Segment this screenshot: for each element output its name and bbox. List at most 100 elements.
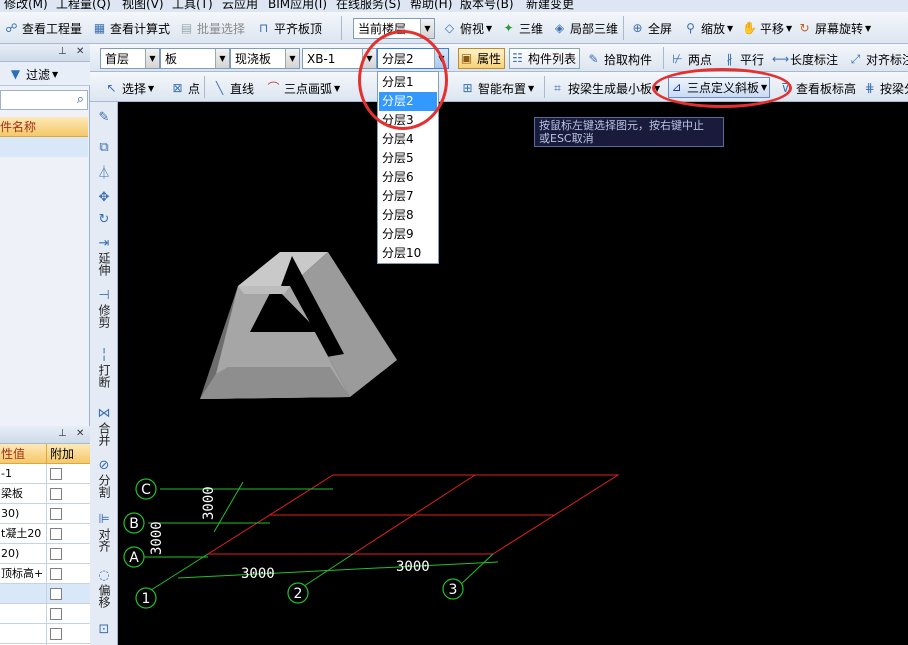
three-point-arc-button[interactable]: ⌒ 三点画弧 ▼: [266, 78, 340, 98]
zoom-button[interactable]: ⚲ 缩放 ▼: [683, 18, 733, 38]
local-3d-button[interactable]: ◈ 局部三维: [552, 18, 618, 38]
extra-checkbox[interactable]: [50, 468, 62, 480]
table-row[interactable]: -1: [0, 464, 90, 484]
menu-help[interactable]: 帮助(H): [410, 0, 452, 12]
view-formula-button[interactable]: ▦ 查看计算式: [92, 18, 170, 38]
align-tool[interactable]: ⊫ 对齐: [90, 512, 118, 555]
edit-tool-strip: ✎ ⧉ ⏃ ✥ ↻ ⇥ 延伸 ⊣ 修剪 ╎ 打断 ⋈ 合并 ⊘ 分割 ⊫ 对齐 ◌ 偏移 ⊡: [90, 102, 118, 645]
extend-icon: ⇥: [98, 236, 110, 251]
menu-new-change[interactable]: 新建变更: [526, 0, 574, 12]
component-list-button[interactable]: ☷ 构件列表: [509, 48, 581, 69]
split-by-beam-button[interactable]: ⋕按梁分: [862, 78, 908, 98]
menu-tools[interactable]: 工具(T): [172, 0, 213, 12]
search-input[interactable]: ⌕: [0, 90, 88, 110]
rotate-tool[interactable]: ↻: [90, 212, 118, 228]
extra-checkbox[interactable]: [50, 608, 62, 620]
menu-bim[interactable]: BIM应用(I): [268, 0, 327, 12]
three-d-button[interactable]: ✦ 三维: [501, 18, 543, 38]
select-button[interactable]: ↖ 选择 ▼: [104, 78, 154, 98]
table-row[interactable]: 梁板: [0, 484, 90, 504]
table-row[interactable]: [0, 604, 90, 624]
list-item[interactable]: [0, 137, 88, 157]
drawing-canvas[interactable]: C B A 1 2 3 3000 3000 3000 3000: [118, 102, 908, 645]
properties-button[interactable]: ▣ 属性: [458, 48, 506, 69]
table-row[interactable]: [0, 624, 90, 644]
point-button[interactable]: ⊠ 点: [170, 78, 200, 98]
top-view-button[interactable]: ◇ 俯视 ▼: [442, 18, 492, 38]
extra-checkbox[interactable]: [50, 528, 62, 540]
extra-checkbox[interactable]: [50, 628, 62, 640]
align-slab-top-button[interactable]: ⊓ 平齐板顶: [256, 18, 322, 38]
extra-checkbox[interactable]: [50, 548, 62, 560]
table-row[interactable]: 顶标高+: [0, 564, 90, 584]
component-type-select[interactable]: 板 ▼: [160, 48, 230, 69]
extra-checkbox[interactable]: [50, 508, 62, 520]
layer-option[interactable]: 分层2: [379, 92, 437, 111]
chevron-down-icon: ▼: [654, 83, 661, 93]
extra-checkbox[interactable]: [50, 488, 62, 500]
separator: [341, 16, 342, 40]
component-subtype-select[interactable]: 现浇板 ▼: [230, 48, 300, 69]
extra-checkbox[interactable]: [50, 588, 62, 600]
menu-online[interactable]: 在线服务(S): [336, 0, 401, 12]
view-quantity-button[interactable]: ☍ 查看工程量: [4, 18, 82, 38]
three-point-slope-slab-button[interactable]: ⊿ 三点定义斜板 ▼: [668, 77, 771, 98]
layer-option[interactable]: 分层5: [379, 149, 437, 168]
layer-option[interactable]: 分层10: [379, 244, 437, 263]
table-row[interactable]: t凝土20: [0, 524, 90, 544]
layer-option[interactable]: 分层6: [379, 168, 437, 187]
floor-scope-select[interactable]: 当前楼层 ▼: [353, 18, 435, 39]
pin-icon[interactable]: ⊥: [58, 428, 67, 439]
mirror-tool[interactable]: ⏃: [90, 166, 118, 182]
component-name-select[interactable]: XB-1 ▼: [302, 48, 377, 69]
more-tool[interactable]: ⊡: [90, 622, 118, 638]
copy-tool[interactable]: ⧉: [90, 140, 118, 156]
smart-layout-button[interactable]: ⊞ 智能布置 ▼: [460, 78, 534, 98]
break-tool[interactable]: ╎ 打断: [90, 348, 118, 391]
length-dim-button[interactable]: ⟷ 长度标注: [772, 49, 838, 69]
parallel-button[interactable]: ∦ 平行: [722, 49, 765, 69]
layer-option[interactable]: 分层4: [379, 130, 437, 149]
layer-option[interactable]: 分层1: [379, 73, 437, 92]
extend-tool[interactable]: ⇥ 延伸: [90, 236, 118, 279]
layer-option[interactable]: 分层7: [379, 187, 437, 206]
search-icon[interactable]: ⌕: [77, 92, 84, 107]
two-points-button[interactable]: ⊬ 两点: [670, 49, 712, 69]
layer-option[interactable]: 分层3: [379, 111, 437, 130]
offset-tool[interactable]: ◌ 偏移: [90, 568, 118, 611]
layer-option[interactable]: 分层9: [379, 225, 437, 244]
extra-checkbox[interactable]: [50, 568, 62, 580]
menu-version[interactable]: 版本号(B): [460, 0, 514, 12]
screen-rotate-button[interactable]: ↻ 屏幕旋转 ▼: [797, 18, 871, 38]
view-slab-height-button[interactable]: ⊽ 查看板标高: [778, 78, 856, 98]
filter-button[interactable]: ▼ 过滤 ▼: [8, 64, 58, 84]
menu-modify[interactable]: 修改(M): [4, 0, 48, 12]
trim-tool[interactable]: ⊣ 修剪: [90, 288, 118, 331]
close-icon[interactable]: ✕: [76, 428, 84, 439]
merge-tool[interactable]: ⋈ 合并: [90, 406, 118, 449]
table-row[interactable]: [0, 584, 90, 604]
layer-option[interactable]: 分层8: [379, 206, 437, 225]
split-tool[interactable]: ⊘ 分割: [90, 458, 118, 501]
line-button[interactable]: ╲ 直线: [212, 78, 254, 98]
pan-button[interactable]: ✋ 平移 ▼: [742, 18, 792, 38]
canvas-drawing: C B A 1 2 3 3000 3000 3000 3000: [123, 252, 620, 609]
floor-select[interactable]: 首层 ▼: [100, 48, 160, 69]
align-dim-button[interactable]: ⤢对齐标注: [848, 49, 908, 69]
pick-component-button[interactable]: ✎ 拾取构件: [586, 49, 652, 69]
close-icon[interactable]: ✕: [76, 46, 84, 57]
two-points-icon: ⊬: [672, 51, 683, 66]
menu-quantity[interactable]: 工程量(Q): [56, 0, 111, 12]
pin-icon[interactable]: ⊥: [58, 46, 67, 57]
brush-tool[interactable]: ✎: [90, 110, 118, 126]
property-value: t凝土20: [1, 527, 42, 540]
menu-cloud[interactable]: 云应用: [222, 0, 258, 12]
layer-select[interactable]: 分层2 ▼: [377, 48, 449, 69]
generate-min-slab-button[interactable]: ⌗ 按梁生成最小板 ▼: [550, 78, 660, 98]
table-row[interactable]: 30): [0, 504, 90, 524]
menu-view[interactable]: 视图(V): [122, 0, 164, 12]
move-tool[interactable]: ✥: [90, 190, 118, 206]
batch-select-button[interactable]: ▤ 批量选择: [179, 18, 245, 38]
table-row[interactable]: 20): [0, 544, 90, 564]
full-screen-button[interactable]: ⊕ 全屏: [630, 18, 672, 38]
